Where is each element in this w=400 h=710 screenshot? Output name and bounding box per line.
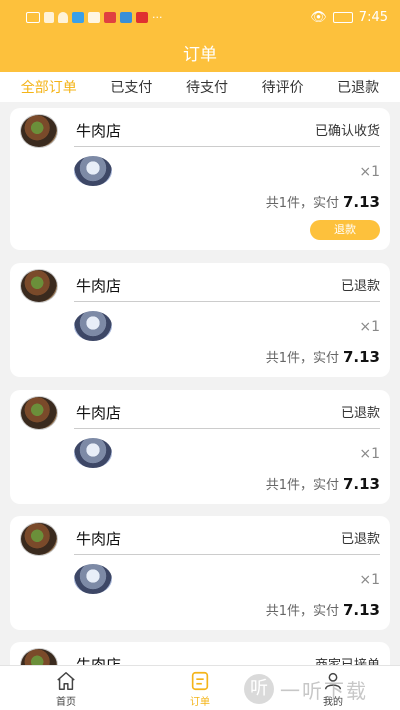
tab-refunded[interactable]: 已退款 bbox=[337, 77, 379, 97]
tab-all-orders[interactable]: 全部订单 bbox=[21, 77, 77, 97]
summary-text: 共1件，实付 bbox=[265, 196, 339, 211]
tabbar-label: 首页 bbox=[56, 697, 76, 708]
paid-amount: 7.13 bbox=[342, 475, 380, 493]
order-icon bbox=[191, 671, 209, 691]
app-icon bbox=[72, 11, 84, 23]
order-summary: 共1件，实付 7.13 bbox=[266, 600, 380, 619]
app-icon bbox=[120, 11, 132, 23]
shop-name: 牛肉店 bbox=[76, 122, 122, 140]
shop-name: 牛肉店 bbox=[76, 277, 122, 295]
shop-avatar bbox=[20, 269, 58, 303]
eye-icon: 👁 bbox=[310, 9, 327, 25]
item-quantity: ×1 bbox=[359, 572, 380, 588]
product-image bbox=[74, 438, 112, 468]
watermark-logo: 听 bbox=[244, 674, 274, 704]
order-status: 已退款 bbox=[340, 532, 380, 547]
app-icon bbox=[104, 11, 116, 23]
product-image bbox=[74, 156, 112, 186]
product-image bbox=[74, 311, 112, 341]
order-summary: 共1件，实付 7.13 bbox=[266, 192, 380, 211]
order-card[interactable]: 牛肉店 已退款 ×1 共1件，实付 7.13 bbox=[10, 516, 390, 630]
more-icon: ··· bbox=[152, 10, 163, 24]
divider bbox=[74, 301, 380, 302]
battery-icon bbox=[332, 11, 353, 23]
signal-icon bbox=[44, 11, 54, 23]
item-quantity: ×1 bbox=[359, 164, 380, 180]
tabbar-item-home[interactable]: 首页 bbox=[36, 670, 96, 708]
order-card[interactable]: 牛肉店 已退款 ×1 共1件，实付 7.13 bbox=[10, 390, 390, 504]
hd-icon bbox=[26, 11, 40, 23]
tab-paid[interactable]: 已支付 bbox=[110, 77, 152, 97]
product-image bbox=[74, 564, 112, 594]
order-status: 已退款 bbox=[340, 279, 380, 294]
item-quantity: ×1 bbox=[359, 319, 380, 335]
status-time: 7:45 bbox=[358, 9, 388, 25]
shop-name: 牛肉店 bbox=[76, 530, 122, 548]
app-icon bbox=[136, 11, 148, 23]
status-icons-right: 👁 7:45 bbox=[310, 10, 388, 25]
shop-avatar bbox=[20, 522, 58, 556]
paid-amount: 7.13 bbox=[342, 193, 380, 211]
shop-avatar bbox=[20, 114, 58, 148]
watermark: 听 一听下载 bbox=[244, 668, 400, 710]
paid-amount: 7.13 bbox=[342, 348, 380, 366]
paid-amount: 7.13 bbox=[342, 601, 380, 619]
tab-to-review[interactable]: 待评价 bbox=[262, 77, 304, 97]
order-status: 已退款 bbox=[340, 406, 380, 421]
order-status: 已确认收货 bbox=[314, 124, 380, 139]
order-tabs: 全部订单 已支付 待支付 待评价 已退款 bbox=[0, 72, 400, 102]
divider bbox=[74, 428, 380, 429]
summary-text: 共1件，实付 bbox=[265, 604, 339, 619]
order-summary: 共1件，实付 7.13 bbox=[266, 474, 380, 493]
divider bbox=[74, 554, 380, 555]
summary-text: 共1件，实付 bbox=[265, 351, 339, 366]
order-card[interactable]: 牛肉店 已退款 ×1 共1件，实付 7.13 bbox=[10, 263, 390, 377]
divider bbox=[74, 146, 380, 147]
page-title: 订单 bbox=[183, 45, 217, 65]
tabbar-label: 订单 bbox=[190, 697, 210, 708]
tabbar-item-orders[interactable]: 订单 bbox=[170, 670, 230, 708]
refund-button[interactable]: 退款 bbox=[310, 220, 380, 240]
wechat-icon bbox=[88, 11, 100, 23]
order-card[interactable]: 牛肉店 已确认收货 ×1 共1件，实付 7.13 退款 bbox=[10, 108, 390, 250]
home-icon bbox=[57, 672, 75, 690]
tab-pending-payment[interactable]: 待支付 bbox=[186, 77, 228, 97]
status-icons-left: ··· bbox=[26, 11, 163, 24]
wifi-icon bbox=[58, 11, 68, 23]
watermark-text: 一听下载 bbox=[280, 678, 368, 703]
shop-avatar bbox=[20, 396, 58, 430]
app-header: ··· 👁 7:45 订单 bbox=[0, 0, 400, 72]
order-summary: 共1件，实付 7.13 bbox=[266, 347, 380, 366]
shop-name: 牛肉店 bbox=[76, 404, 122, 422]
status-bar: ··· 👁 7:45 bbox=[0, 0, 400, 34]
item-quantity: ×1 bbox=[359, 446, 380, 462]
summary-text: 共1件，实付 bbox=[265, 478, 339, 493]
